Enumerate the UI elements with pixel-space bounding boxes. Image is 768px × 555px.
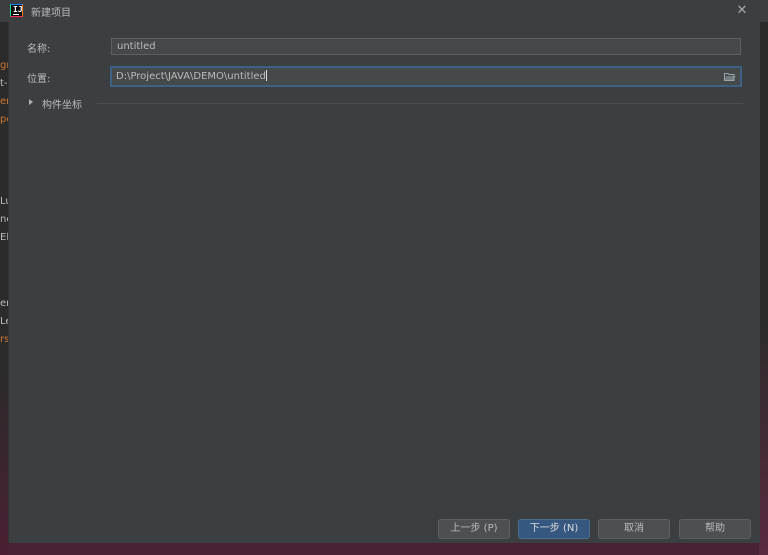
background-code-fragment: t- (0, 78, 8, 89)
project-name-value: untitled (117, 41, 156, 52)
editor-background-strip-right (759, 22, 768, 555)
folder-open-icon[interactable] (724, 72, 736, 81)
name-label: 名称: (27, 44, 51, 55)
text-caret (265, 70, 267, 81)
dialog-title-bar: IJ 新建项目 ✕ (0, 0, 768, 22)
background-code-fragment: Lu (0, 196, 8, 207)
project-location-value: D:\Project\JAVA\DEMO\untitled (116, 71, 266, 82)
intellij-idea-icon: IJ (10, 4, 23, 17)
background-code-fragment: gr (0, 60, 8, 71)
background-code-fragment: pe (0, 114, 8, 125)
cancel-button[interactable]: 取消 (598, 519, 670, 539)
background-code-fragment: nc (0, 214, 8, 225)
triangle-right-icon[interactable] (29, 99, 33, 105)
next-button[interactable]: 下一步 (N) (518, 519, 590, 539)
background-code-fragment: rs (0, 334, 8, 345)
background-code-fragment: El (0, 232, 8, 243)
new-project-dialog: 名称: untitled 位置: D:\Project\JAVA\DEMO\un… (8, 22, 760, 543)
previous-button[interactable]: 上一步 (P) (438, 519, 510, 539)
help-button[interactable]: 帮助 (679, 519, 751, 539)
artifact-coordinates-label: 构件坐标 (42, 100, 82, 111)
section-divider (97, 103, 743, 104)
background-code-fragment: er (0, 96, 8, 107)
artifact-coordinates-section[interactable]: 构件坐标 (29, 96, 744, 111)
background-code-fragment: Le (0, 316, 8, 327)
dialog-title: 新建项目 (31, 8, 71, 19)
project-location-input[interactable]: D:\Project\JAVA\DEMO\untitled (110, 66, 742, 87)
background-code-fragment: er (0, 298, 8, 309)
close-icon[interactable]: ✕ (734, 3, 750, 19)
location-label: 位置: (27, 74, 51, 85)
project-name-input[interactable]: untitled (111, 38, 741, 55)
